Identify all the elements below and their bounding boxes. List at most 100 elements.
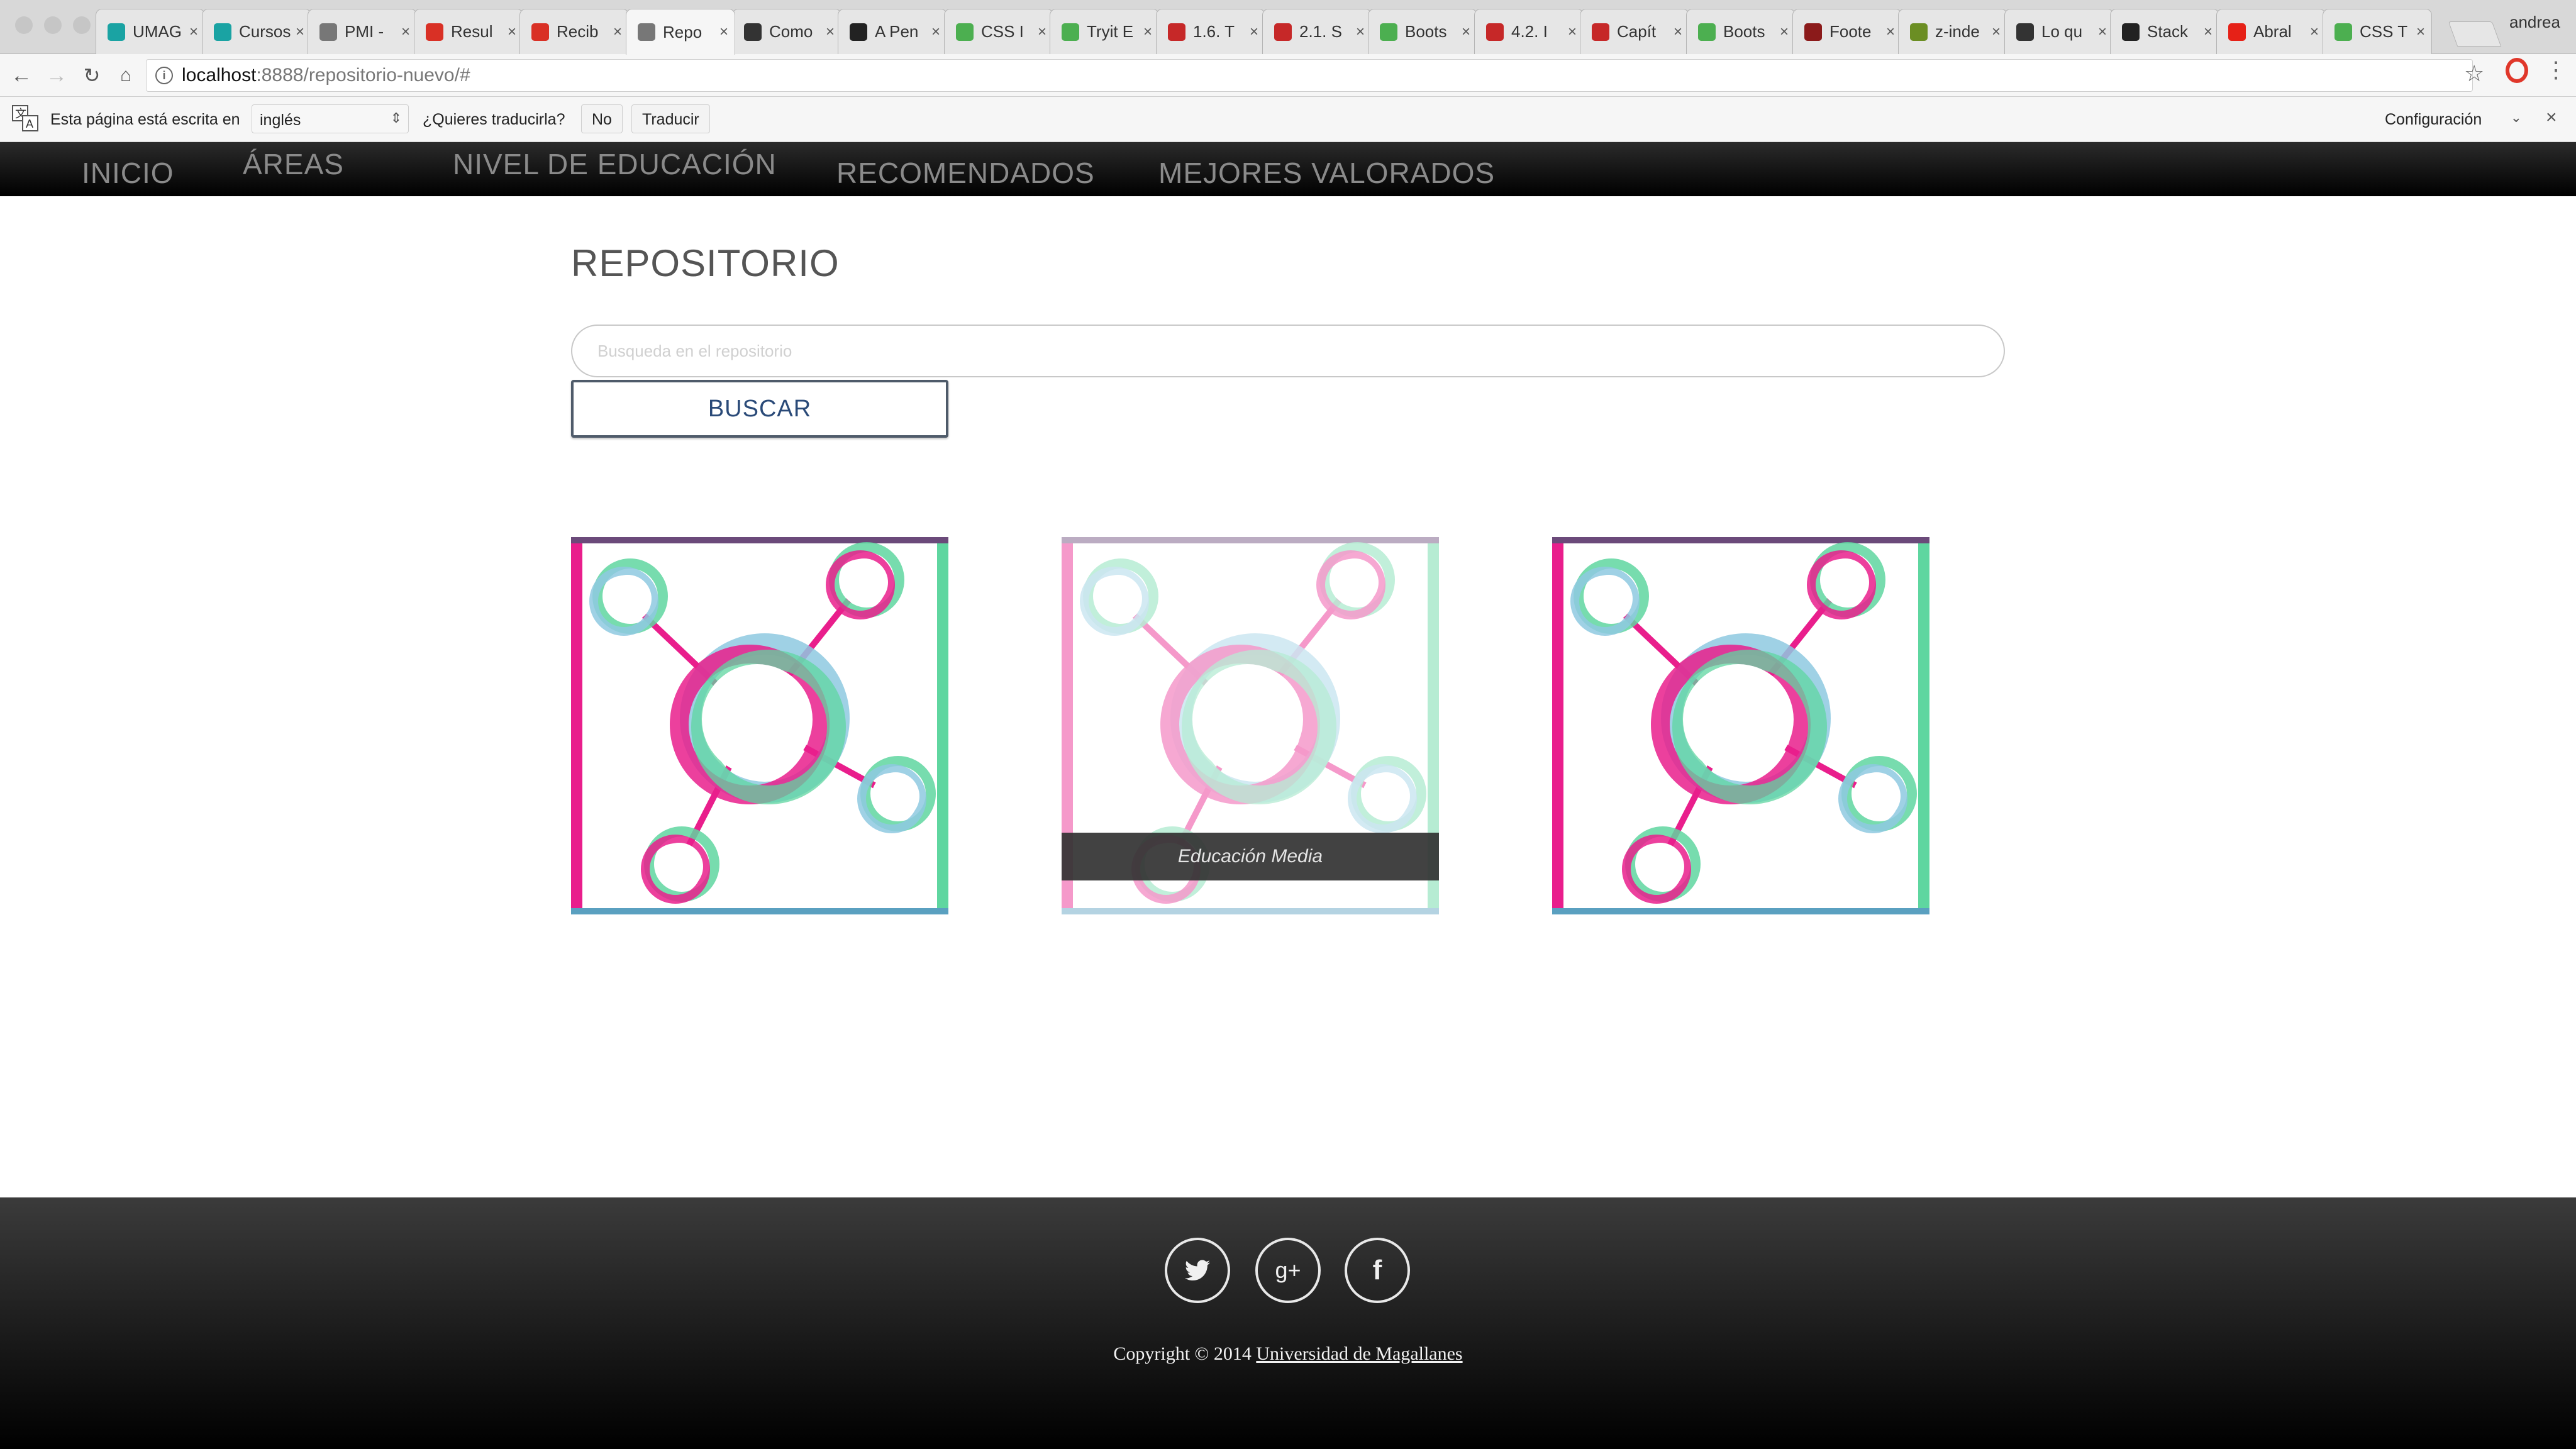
close-window-button[interactable] [15,16,33,34]
square-icon [2016,23,2034,41]
translate-button[interactable]: Traducir [631,104,710,133]
translate-bar: 文A Esta página está escrita en inglés ⇕ … [0,97,2576,142]
resource-card[interactable]: Educación Media [1062,537,1439,914]
site-navbar: INICIO ÁREAS NIVEL DE EDUCACIÓN RECOMEND… [0,142,2576,196]
browser-tab[interactable]: Stack × [2110,9,2219,54]
close-tab-icon[interactable]: × [1038,23,1046,41]
page-title: REPOSITORIO [571,242,840,284]
tab-label: A Pen [875,22,919,41]
chevron-down-icon: ⌄ [2510,109,2522,125]
leaf-icon [1910,23,1928,41]
nav-areas[interactable]: ÁREAS [243,147,344,181]
source-language-select[interactable]: inglés ⇕ [252,104,409,133]
twitter-icon[interactable] [1165,1238,1230,1303]
close-tab-icon[interactable]: × [1674,23,1682,41]
close-tab-icon[interactable]: × [826,23,835,41]
w3schools-icon [1380,23,1397,41]
browser-tab[interactable]: Como × [732,9,841,54]
browser-tab[interactable]: Boots × [1368,9,1477,54]
copyright-prefix: Copyright © 2014 [1113,1343,1257,1364]
browser-tab[interactable]: Foote × [1792,9,1902,54]
back-arrow-icon[interactable]: ← [9,63,34,88]
close-translate-bar-icon[interactable]: × [2546,107,2557,128]
close-tab-icon[interactable]: × [2416,23,2425,41]
w3schools-icon [2334,23,2352,41]
close-tab-icon[interactable]: × [2310,23,2319,41]
document-icon [319,23,337,41]
browser-tab[interactable]: Repo × [626,9,735,55]
browser-tab[interactable]: Recib × [519,9,629,54]
browser-tab[interactable]: 1.6. T × [1156,9,1265,54]
search-input[interactable] [571,325,2005,377]
browser-toolbar: ← → ↻ ⌂ i localhost:8888/repositorio-nue… [0,54,2576,97]
close-tab-icon[interactable]: × [719,23,728,41]
close-tab-icon[interactable]: × [1250,23,1258,41]
browser-tab[interactable]: CSS T × [2323,9,2432,54]
close-tab-icon[interactable]: × [2204,23,2212,41]
close-tab-icon[interactable]: × [401,23,410,41]
tab-label: z-inde [1935,22,1980,41]
browser-tab[interactable]: Cursos × [202,9,311,54]
close-tab-icon[interactable]: × [2098,23,2107,41]
address-bar[interactable]: i localhost:8888/repositorio-nuevo/# [146,59,2473,92]
close-tab-icon[interactable]: × [1568,23,1577,41]
resource-card[interactable] [571,537,948,914]
tab-label: Recib [557,22,599,41]
tab-label: Lo qu [2041,22,2083,41]
nav-inicio[interactable]: INICIO [82,156,174,190]
tab-label: PMI - [345,22,384,41]
browser-tab[interactable]: UMAG × [96,9,205,54]
browser-tab[interactable]: PMI - × [308,9,417,54]
university-link[interactable]: Universidad de Magallanes [1256,1343,1462,1364]
close-tab-icon[interactable]: × [931,23,940,41]
book-icon [1592,23,1609,41]
no-translate-button[interactable]: No [581,104,623,133]
close-tab-icon[interactable]: × [613,23,622,41]
close-tab-icon[interactable]: × [1143,23,1152,41]
forward-arrow-icon[interactable]: → [44,63,69,88]
nav-recomendados[interactable]: RECOMENDADOS [836,156,1095,190]
close-tab-icon[interactable]: × [296,23,304,41]
browser-tab[interactable]: CSS I × [944,9,1053,54]
nav-mejores-valorados[interactable]: MEJORES VALORADOS [1158,156,1495,190]
profile-name[interactable]: andrea [2509,13,2560,32]
browser-tab[interactable]: A Pen × [838,9,947,54]
tab-label: CSS I [981,22,1024,41]
minimize-window-button[interactable] [44,16,62,34]
browser-tab[interactable]: 4.2. I × [1474,9,1584,54]
browser-tab[interactable]: 2.1. S × [1262,9,1372,54]
browser-tab[interactable]: Abral × [2216,9,2326,54]
tab-label: Repo [663,22,702,42]
speech-icon [744,23,762,41]
home-icon[interactable]: ⌂ [113,63,138,88]
opera-extension-icon[interactable] [2506,58,2528,83]
close-tab-icon[interactable]: × [1992,23,2001,41]
site-info-icon[interactable]: i [155,67,173,84]
bookmark-star-icon[interactable]: ☆ [2464,60,2484,87]
tab-label: 4.2. I [1511,22,1548,41]
browser-tab[interactable]: Tryit E × [1050,9,1159,54]
search-button[interactable]: BUSCAR [571,380,948,438]
tab-label: Foote [1829,22,1872,41]
close-tab-icon[interactable]: × [508,23,516,41]
close-tab-icon[interactable]: × [1356,23,1365,41]
facebook-icon[interactable]: f [1345,1238,1410,1303]
browser-menu-icon[interactable]: ⋮ [2545,57,2567,83]
resource-card[interactable] [1552,537,1929,914]
new-tab-button[interactable] [2448,21,2502,47]
close-tab-icon[interactable]: × [1886,23,1895,41]
close-tab-icon[interactable]: × [1780,23,1789,41]
translate-settings-dropdown[interactable]: Configuración ⌄ [2377,104,2528,133]
browser-tab[interactable]: Resul × [414,9,523,54]
browser-tab[interactable]: Lo qu × [2004,9,2114,54]
reload-icon[interactable]: ↻ [79,63,104,88]
nav-nivel-educacion[interactable]: NIVEL DE EDUCACIÓN [453,147,777,181]
browser-tab[interactable]: Capít × [1580,9,1689,54]
maximize-window-button[interactable] [73,16,91,34]
source-language-value: inglés [260,111,301,129]
close-tab-icon[interactable]: × [1462,23,1470,41]
google-plus-icon[interactable]: g+ [1255,1238,1321,1303]
close-tab-icon[interactable]: × [189,23,198,41]
browser-tab[interactable]: Boots × [1686,9,1796,54]
browser-tab[interactable]: z-inde × [1898,9,2007,54]
